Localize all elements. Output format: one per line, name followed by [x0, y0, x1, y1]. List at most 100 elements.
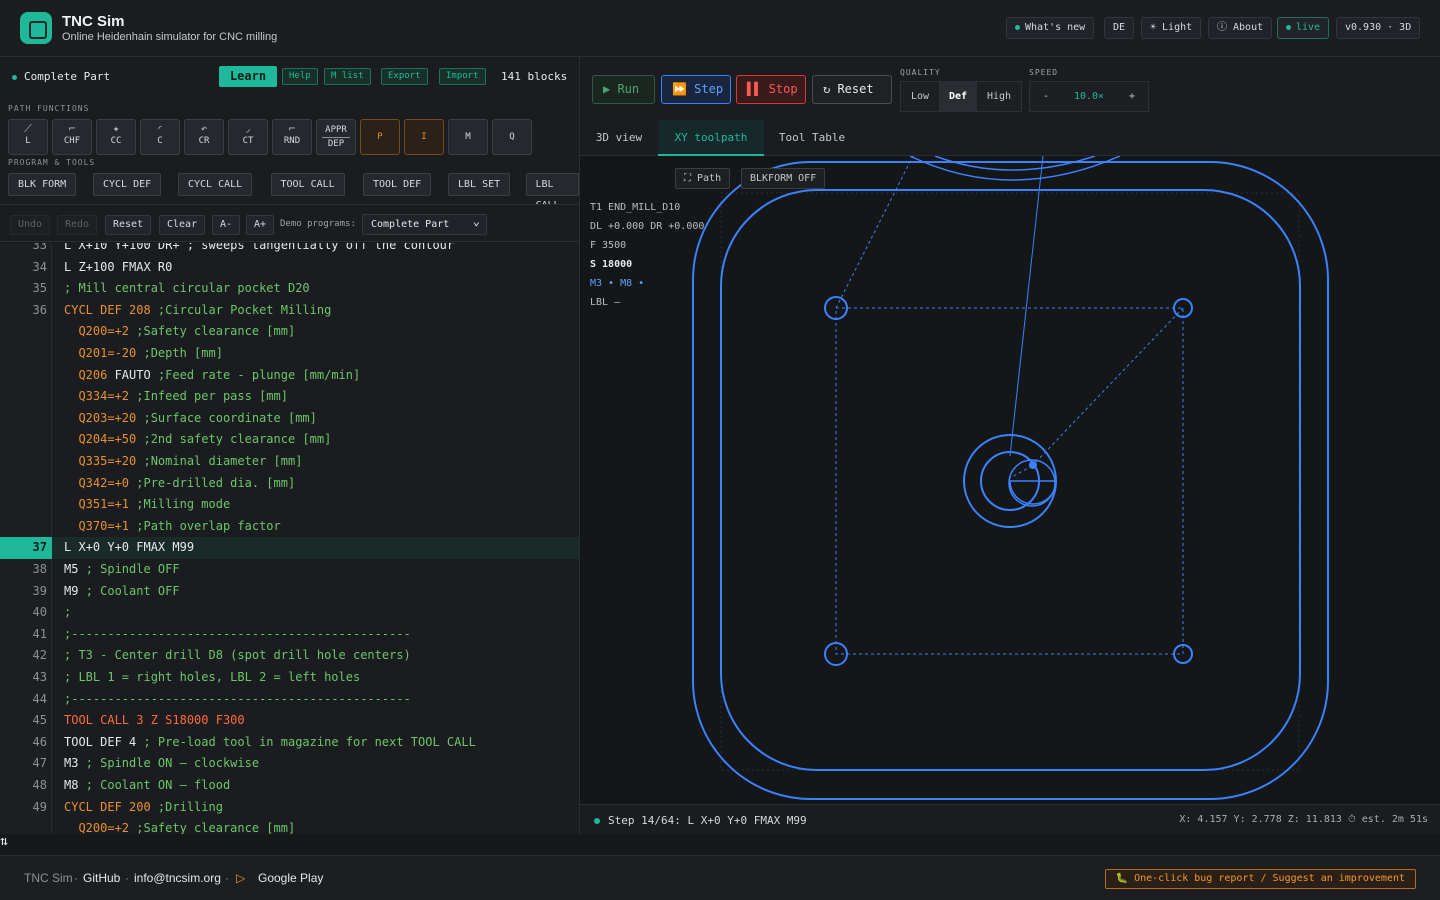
- path-fn-cr-button[interactable]: ↶ CR: [184, 119, 224, 155]
- stop-button[interactable]: ▌▌ Stop: [736, 75, 806, 104]
- reset-sim-button[interactable]: ↻ Reset: [812, 75, 892, 104]
- code-line[interactable]: Q334=+2 ;Infeed per pass [mm]: [0, 386, 579, 408]
- m-button[interactable]: M: [448, 119, 488, 155]
- github-link[interactable]: GitHub: [83, 871, 120, 885]
- path-fn-ct-button[interactable]: ◞ CT: [228, 119, 268, 155]
- code-line[interactable]: 34 L Z+100 FMAX R0: [0, 257, 579, 279]
- speed-decrease-button[interactable]: -: [1030, 82, 1062, 111]
- whats-new-button[interactable]: What's new: [1006, 17, 1095, 39]
- app-subtitle: Online Heidenhain simulator for CNC mill…: [62, 31, 278, 43]
- theme-toggle-button[interactable]: ☀ Light: [1141, 17, 1202, 39]
- code-line[interactable]: Q342=+0 ;Pre-drilled dia. [mm]: [0, 473, 579, 495]
- speed-increase-button[interactable]: +: [1116, 82, 1148, 111]
- code-line[interactable]: 35 ; Mill central circular pocket D20: [0, 278, 579, 300]
- code-line[interactable]: 36 CYCL DEF 208 ;Circular Pocket Milling: [0, 300, 579, 322]
- code-line[interactable]: 47 M3 ; Spindle ON — clockwise: [0, 753, 579, 775]
- code-line[interactable]: 49 CYCL DEF 200 ;Drilling: [0, 797, 579, 819]
- edit-toolbar: Undo Redo Reset Clear A- A+ Demo program…: [0, 204, 579, 242]
- code-editor[interactable]: 33 L X+10 Y+100 DR+ ; sweeps tangentially…: [0, 243, 579, 834]
- path-fn-l-button[interactable]: ⟋ L: [8, 119, 48, 155]
- code-line[interactable]: Q200=+2 ;Safety clearance [mm]: [0, 321, 579, 343]
- learn-button[interactable]: Learn: [219, 66, 277, 87]
- appr-dep-button[interactable]: APPR DEP: [316, 119, 356, 155]
- about-button[interactable]: ⓘ About: [1208, 17, 1273, 39]
- demo-programs-select[interactable]: Complete Part: [362, 212, 487, 235]
- toolpath-viewport[interactable]: ⛶ Path BLKFORM OFF T1 END_MILL_D10 DL +0…: [580, 156, 1440, 803]
- toolpath-canvas[interactable]: [580, 156, 1440, 803]
- path-fn-cc-button[interactable]: ✦ CC: [96, 119, 136, 155]
- live-status-button[interactable]: live: [1277, 17, 1330, 39]
- code-line[interactable]: 44 ;-------------------------------------…: [0, 689, 579, 711]
- program-status-dot-icon: [12, 74, 17, 80]
- q-button[interactable]: Q: [492, 119, 532, 155]
- code-line[interactable]: Q335=+20 ;Nominal diameter [mm]: [0, 451, 579, 473]
- tab-xy-toolpath[interactable]: XY toolpath: [658, 120, 764, 156]
- reset-editor-button[interactable]: Reset: [105, 215, 152, 235]
- code-token: ; Mill central circular pocket D20: [64, 281, 310, 296]
- code-line[interactable]: 40;: [0, 602, 579, 624]
- path-fn-c-button[interactable]: ◜ C: [140, 119, 180, 155]
- path-fn-rnd-button[interactable]: ⌐ RND: [272, 119, 312, 155]
- tab-tool-table[interactable]: Tool Table: [764, 120, 860, 156]
- bug-report-button[interactable]: 🐛 One-click bug report / Suggest an impr…: [1104, 869, 1416, 889]
- code-line[interactable]: 46 TOOL DEF 4 ; Pre-load tool in magazine…: [0, 732, 579, 754]
- tab-3d-view[interactable]: 3D view: [580, 120, 658, 156]
- path-toggle-button[interactable]: ⛶ Path: [675, 168, 731, 189]
- font-decrease-button[interactable]: A-: [212, 215, 241, 235]
- tool-lbl-set-button[interactable]: LBL SET: [448, 173, 511, 196]
- tool-blk-form-button[interactable]: BLK FORM: [8, 173, 77, 196]
- clear-button[interactable]: Clear: [159, 215, 206, 235]
- font-increase-button[interactable]: A+: [246, 215, 275, 235]
- sort-toggle-icon[interactable]: ⇅: [0, 834, 14, 854]
- code-line[interactable]: 42 ; T3 - Center drill D8 (spot drill hol…: [0, 645, 579, 667]
- code-text: Q334=+2 ;Infeed per pass [mm]: [64, 386, 288, 408]
- line-number: 40: [32, 605, 47, 620]
- code-line[interactable]: 39 M9 ; Coolant OFF: [0, 581, 579, 603]
- code-line[interactable]: Q351=+1 ;Milling mode: [0, 494, 579, 516]
- code-line[interactable]: 33 L X+10 Y+100 DR+ ; sweeps tangentially…: [0, 243, 579, 257]
- undo-button[interactable]: Undo: [10, 215, 51, 235]
- run-button[interactable]: ▶ Run: [592, 75, 655, 104]
- export-button[interactable]: Export: [381, 68, 428, 85]
- p-button[interactable]: P: [360, 119, 400, 155]
- tool-cycl-call-button[interactable]: CYCL CALL: [178, 173, 253, 196]
- code-line[interactable]: 48 M8 ; Coolant ON — flood: [0, 775, 579, 797]
- code-line[interactable]: 43 ; LBL 1 = right holes, LBL 2 = left ho…: [0, 667, 579, 689]
- code-line[interactable]: Q200=+2 ;Safety clearance [mm]: [0, 818, 579, 834]
- import-button[interactable]: Import: [439, 68, 486, 85]
- redo-button[interactable]: Redo: [57, 215, 98, 235]
- step-button[interactable]: ⏩ Step: [661, 75, 731, 104]
- quality-low[interactable]: Low: [901, 82, 939, 111]
- code-line[interactable]: Q201=-20 ;Depth [mm]: [0, 343, 579, 365]
- code-line[interactable]: 41 ;-------------------------------------…: [0, 624, 579, 646]
- code-line-current[interactable]: 37 L X+0 Y+0 FMAX M99: [0, 537, 579, 559]
- code-line[interactable]: Q206 FAUTO ;Feed rate - plunge [mm/min]: [0, 365, 579, 387]
- tool-tool-def-button[interactable]: TOOL DEF: [363, 173, 432, 196]
- code-line[interactable]: Q203=+20 ;Surface coordinate [mm]: [0, 408, 579, 430]
- path-fn-chf-button[interactable]: ⌐ CHF: [52, 119, 92, 155]
- google-play-link[interactable]: Google Play: [258, 871, 323, 885]
- sim-status-bar: Step 14/64: L X+0 Y+0 FMAX M99 X: 4.157 …: [580, 804, 1440, 834]
- code-token: TOOL DEF 4: [64, 734, 144, 749]
- code-token: ;---------------------------------------…: [64, 626, 411, 641]
- tool-lbl-call-button[interactable]: LBL CALL: [525, 173, 579, 211]
- quality-high[interactable]: High: [977, 82, 1021, 111]
- blkform-toggle-button[interactable]: BLKFORM OFF: [741, 168, 826, 189]
- m-list-button[interactable]: M list: [324, 68, 371, 85]
- tool-cycl-def-button[interactable]: CYCL DEF: [93, 173, 162, 196]
- code-line[interactable]: Q370=+1 ;Path overlap factor: [0, 516, 579, 538]
- sim-controls: ▶ Run ⏩ Step ▌▌ Stop ↻ Reset QUALITY Low…: [580, 57, 1440, 120]
- tool-position-marker: [1029, 461, 1037, 469]
- line-number: 37: [0, 537, 52, 559]
- code-line[interactable]: 38 M5 ; Spindle OFF: [0, 559, 579, 581]
- tool-tool-call-button[interactable]: TOOL CALL: [270, 173, 345, 196]
- i-button[interactable]: I: [404, 119, 444, 155]
- email-link[interactable]: info@tncsim.org: [134, 871, 221, 885]
- language-button[interactable]: DE: [1104, 17, 1135, 39]
- code-line[interactable]: 45 TOOL CALL 3 Z S18000 F300: [0, 710, 579, 732]
- code-token: M9: [64, 583, 86, 598]
- code-token: ;Feed rate - plunge [mm/min]: [157, 367, 361, 382]
- help-button[interactable]: Help: [282, 68, 318, 85]
- quality-def[interactable]: Def: [939, 82, 977, 111]
- code-line[interactable]: Q204=+50 ;2nd safety clearance [mm]: [0, 429, 579, 451]
